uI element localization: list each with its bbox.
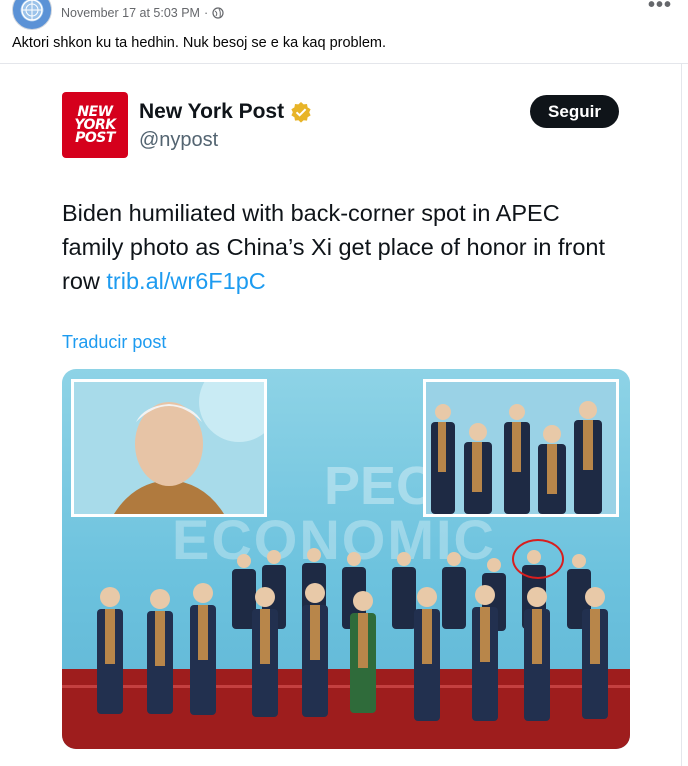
un-emblem-icon <box>21 0 43 21</box>
highlight-circle <box>512 539 564 579</box>
post-caption: Aktori shkon ku ta hedhin. Nuk besoj se … <box>12 35 386 51</box>
divider <box>681 63 682 766</box>
timestamp-text[interactable]: November 17 at 5:03 PM <box>61 6 200 20</box>
more-options-button[interactable]: ••• <box>648 0 672 17</box>
translate-link[interactable]: Traducir post <box>62 332 166 353</box>
inset-photo-closeup <box>71 379 267 517</box>
follow-button[interactable]: Seguir <box>530 95 619 128</box>
timestamp-separator: · <box>203 6 209 20</box>
globe-icon <box>212 7 224 19</box>
new-york-post-logo[interactable]: NEW YORK POST <box>62 92 128 158</box>
post-header: November 17 at 5:03 PM · ••• <box>0 0 688 30</box>
tweet-display-name[interactable]: New York Post <box>139 100 312 124</box>
tweet-photo[interactable]: PEC ECONOMIC <box>62 369 630 749</box>
page-avatar[interactable] <box>12 0 52 30</box>
divider <box>0 63 688 64</box>
tweet-handle[interactable]: @nypost <box>139 129 218 152</box>
inset-photo-backrow <box>423 379 619 517</box>
display-name-text[interactable]: New York Post <box>139 100 284 124</box>
tweet-link[interactable]: trib.al/wr6F1pC <box>106 268 265 294</box>
tweet-text: Biden humiliated with back-corner spot i… <box>62 196 622 298</box>
post-timestamp[interactable]: November 17 at 5:03 PM · <box>61 6 224 20</box>
logo-line: POST <box>75 129 115 146</box>
portrait-illustration <box>74 382 264 514</box>
verified-badge-icon <box>291 102 311 123</box>
backrow-illustration <box>426 382 616 514</box>
